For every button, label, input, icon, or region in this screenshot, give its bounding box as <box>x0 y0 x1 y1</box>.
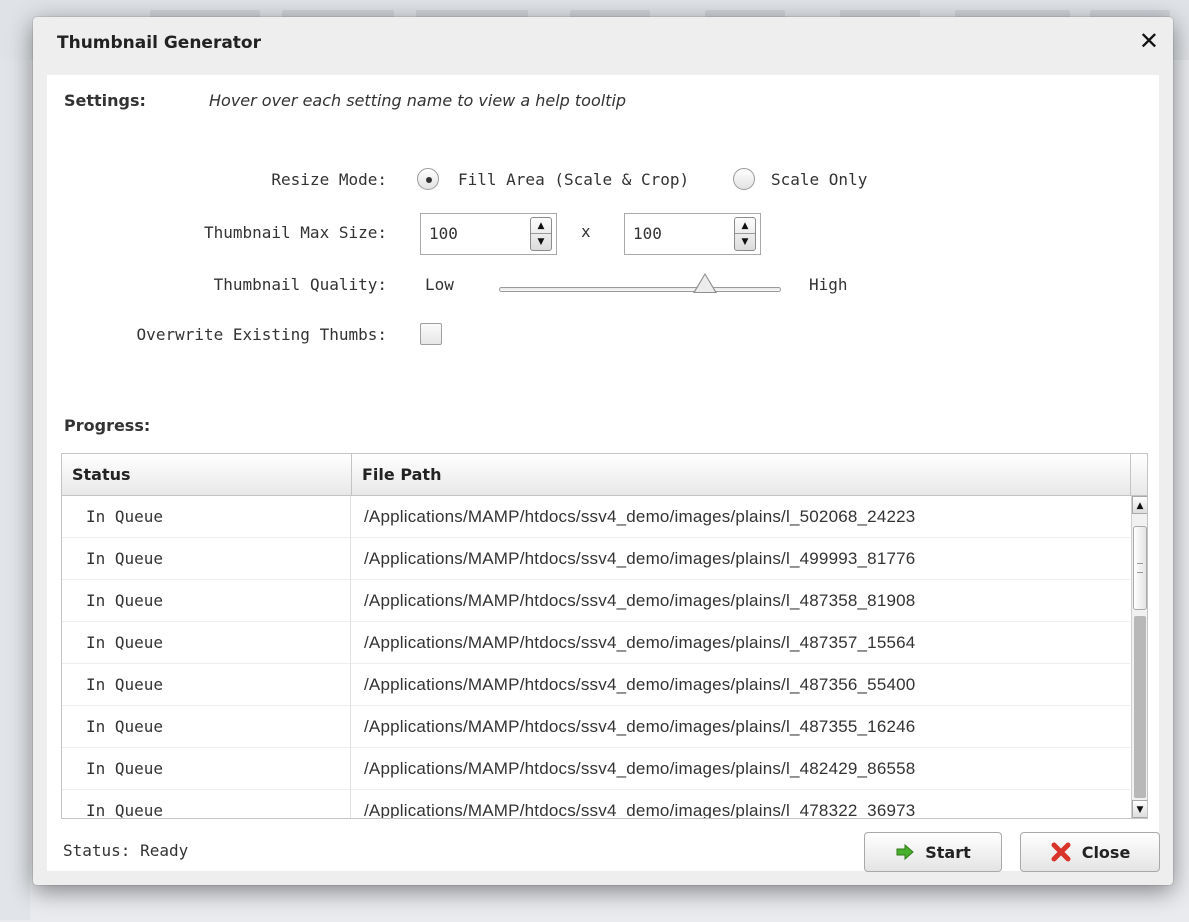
table-row[interactable]: In Queue/Applications/MAMP/htdocs/ssv4_d… <box>62 622 1130 664</box>
table-row[interactable]: In Queue/Applications/MAMP/htdocs/ssv4_d… <box>62 580 1130 622</box>
column-header-status[interactable]: Status <box>62 454 352 496</box>
radio-fill-area[interactable] <box>417 168 439 190</box>
increment-arrow-icon[interactable]: ▲ <box>531 218 551 234</box>
scroll-up-arrow-icon[interactable]: ▲ <box>1132 496 1147 514</box>
start-button-label: Start <box>925 842 971 862</box>
status-text: Status: Ready <box>63 841 189 860</box>
decrement-arrow-icon[interactable]: ▼ <box>531 234 551 250</box>
table-row[interactable]: In Queue/Applications/MAMP/htdocs/ssv4_d… <box>62 748 1130 790</box>
table-row[interactable]: In Queue/Applications/MAMP/htdocs/ssv4_d… <box>62 496 1130 538</box>
quality-label[interactable]: Thumbnail Quality: <box>47 275 387 294</box>
scrollbar-track[interactable] <box>1134 616 1146 798</box>
row-status: In Queue <box>62 496 351 538</box>
close-button[interactable]: Close <box>1020 832 1160 872</box>
dialog-content-panel: Settings: Hover over each setting name t… <box>47 75 1160 872</box>
radio-scale-only-label[interactable]: Scale Only <box>771 170 867 189</box>
height-stepper[interactable]: ▲ ▼ <box>624 213 761 255</box>
table-row[interactable]: In Queue/Applications/MAMP/htdocs/ssv4_d… <box>62 664 1130 706</box>
size-separator: x <box>581 222 591 241</box>
table-row[interactable]: In Queue/Applications/MAMP/htdocs/ssv4_d… <box>62 790 1130 819</box>
background-panel <box>0 60 30 920</box>
row-file-path: /Applications/MAMP/htdocs/ssv4_demo/imag… <box>364 633 916 652</box>
column-header-file-path[interactable]: File Path <box>352 454 1131 496</box>
arrow-right-icon <box>896 844 914 860</box>
row-file-path: /Applications/MAMP/htdocs/ssv4_demo/imag… <box>364 591 916 610</box>
width-input[interactable] <box>429 224 519 243</box>
dialog-title: Thumbnail Generator <box>57 33 261 53</box>
row-status: In Queue <box>62 790 351 818</box>
scroll-down-arrow-icon[interactable]: ▼ <box>1132 800 1147 818</box>
radio-scale-only[interactable] <box>733 168 755 190</box>
grid-header: Status File Path <box>62 454 1147 496</box>
red-x-icon <box>1051 842 1071 862</box>
progress-heading: Progress: <box>64 416 151 435</box>
thumbnail-generator-dialog: Thumbnail Generator ✕ Settings: Hover ov… <box>33 17 1173 885</box>
grid-scrollbar[interactable]: ▲ ▼ <box>1131 496 1147 818</box>
start-button[interactable]: Start <box>864 832 1002 872</box>
row-status: In Queue <box>62 580 351 622</box>
row-status: In Queue <box>62 664 351 706</box>
width-stepper-buttons[interactable]: ▲ ▼ <box>530 217 552 251</box>
row-file-path: /Applications/MAMP/htdocs/ssv4_demo/imag… <box>364 507 916 526</box>
height-stepper-buttons[interactable]: ▲ ▼ <box>734 217 756 251</box>
dialog-titlebar[interactable]: Thumbnail Generator ✕ <box>33 17 1173 75</box>
row-status: In Queue <box>62 538 351 580</box>
settings-hint: Hover over each setting name to view a h… <box>209 91 627 110</box>
row-file-path: /Applications/MAMP/htdocs/ssv4_demo/imag… <box>364 549 916 568</box>
quality-high-label: High <box>809 275 848 294</box>
settings-heading: Settings: <box>64 91 146 110</box>
row-file-path: /Applications/MAMP/htdocs/ssv4_demo/imag… <box>364 801 916 819</box>
overwrite-checkbox[interactable] <box>420 323 442 345</box>
row-status: In Queue <box>62 622 351 664</box>
increment-arrow-icon[interactable]: ▲ <box>735 218 755 234</box>
close-icon[interactable]: ✕ <box>1139 29 1159 53</box>
progress-grid: Status File Path In Queue/Applications/M… <box>61 453 1148 819</box>
quality-slider-thumb[interactable] <box>692 273 717 293</box>
row-status: In Queue <box>62 748 351 790</box>
row-file-path: /Applications/MAMP/htdocs/ssv4_demo/imag… <box>364 675 916 694</box>
close-button-label: Close <box>1081 842 1131 862</box>
radio-fill-area-label[interactable]: Fill Area (Scale & Crop) <box>458 170 689 189</box>
row-file-path: /Applications/MAMP/htdocs/ssv4_demo/imag… <box>364 717 916 736</box>
row-status: In Queue <box>62 706 351 748</box>
overwrite-label[interactable]: Overwrite Existing Thumbs: <box>47 325 387 344</box>
width-stepper[interactable]: ▲ ▼ <box>420 213 557 255</box>
table-row[interactable]: In Queue/Applications/MAMP/htdocs/ssv4_d… <box>62 538 1130 580</box>
table-row[interactable]: In Queue/Applications/MAMP/htdocs/ssv4_d… <box>62 706 1130 748</box>
resize-mode-label[interactable]: Resize Mode: <box>47 170 387 189</box>
row-file-path: /Applications/MAMP/htdocs/ssv4_demo/imag… <box>364 759 916 778</box>
quality-low-label: Low <box>425 275 454 294</box>
scrollbar-thumb[interactable] <box>1133 526 1147 610</box>
height-input[interactable] <box>633 224 723 243</box>
max-size-label[interactable]: Thumbnail Max Size: <box>47 223 387 242</box>
quality-slider-track[interactable] <box>499 287 781 292</box>
decrement-arrow-icon[interactable]: ▼ <box>735 234 755 250</box>
